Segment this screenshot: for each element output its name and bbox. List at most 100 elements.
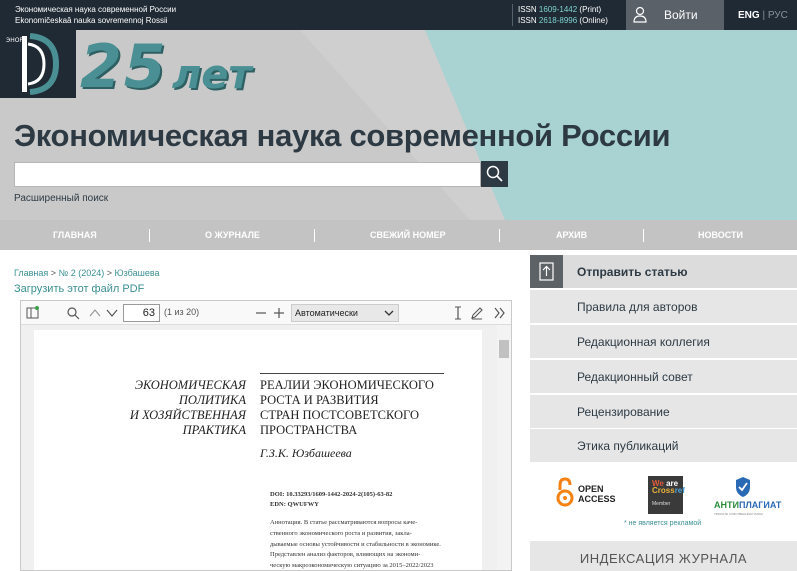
pdf-viewer: 63 (1 из 20) Автоматически ЭКОНОМИЧЕСКАЯ… (20, 300, 512, 571)
title-line: РОСТА И РАЗВИТИЯ (260, 393, 379, 407)
antiplagiat-logo[interactable]: АНТИПЛАГИАТ (714, 500, 781, 510)
title-line: РЕАЛИИ ЭКОНОМИЧЕСКОГО (260, 378, 434, 392)
sidebar-item-editorial-board[interactable]: Редакционная коллегия (530, 325, 797, 358)
open-access-line: OPEN (578, 484, 604, 494)
site-title: Экономическая наука современной России (14, 118, 671, 153)
header-banner: ЭНОР 25 лет Экономическая наука современ… (0, 30, 797, 220)
nav-item-archive[interactable]: Архив (556, 230, 587, 240)
breadcrumb-separator: > (106, 268, 113, 278)
abstract-line: ственного экономического роста и развити… (270, 529, 412, 537)
submit-icon-box (530, 255, 563, 288)
title-line: ПРОСТРАНСТВА (260, 423, 358, 437)
nav-divider (499, 229, 500, 242)
zoom-select[interactable]: Автоматически (291, 304, 399, 322)
lang-rus[interactable]: РУС (768, 10, 788, 21)
edn: EDN: QWUFWY (270, 501, 319, 508)
crossref-member-label: Member (652, 501, 671, 507)
open-access-icon[interactable] (555, 477, 575, 509)
search-button[interactable] (481, 161, 508, 187)
issn-print: ISSN 1609-1442 (Print) (518, 5, 602, 14)
issn-online: ISSN 2618-8996 (Online) (518, 16, 608, 25)
section-heading: ЭКОНОМИЧЕСКАЯ ПОЛИТИКА И ХОЗЯЙСТВЕННАЯ П… (46, 378, 246, 438)
nav-divider (643, 229, 644, 242)
article-author: Г.З.К. Юзбашеева (260, 446, 352, 460)
next-page-icon[interactable] (105, 306, 119, 320)
abstract-line: дываемые основы устойчивости и стабильно… (270, 540, 441, 548)
lang-eng[interactable]: ENG (738, 10, 760, 21)
logo-emblem-icon: ЭНОР (6, 33, 60, 95)
anniversary-word: лет (172, 52, 252, 98)
section-line: ПРАКТИКА (182, 423, 246, 437)
zoom-in-icon[interactable] (272, 306, 286, 320)
article-identifiers: DOI: 10.33293/1609-1442-2024-2(105)-63-8… (270, 490, 392, 510)
section-line: И ХОЗЯЙСТВЕННАЯ (129, 408, 246, 422)
breadcrumb-home[interactable]: Главная (14, 268, 48, 278)
antiplagiat-shield-icon (736, 477, 750, 497)
indexing-heading: ИНДЕКСАЦИЯ ЖУРНАЛА (530, 541, 797, 571)
sidebar-item-label: Редакционная коллегия (577, 335, 710, 349)
sidebar-item-label: Отправить статью (577, 265, 688, 279)
previous-page-icon[interactable] (88, 306, 102, 320)
sidebar-item-label: Редакционный совет (577, 370, 693, 384)
search-input[interactable] (14, 162, 481, 187)
open-access-line: ACCESS (578, 494, 616, 504)
breadcrumb: Главная > № 2 (2024) > Юзбашева (14, 268, 160, 278)
sidebar-item-editorial-council[interactable]: Редакционный совет (530, 360, 797, 393)
sidebar-item-publication-ethics[interactable]: Этика публикаций (530, 429, 797, 462)
sidebar-item-author-guidelines[interactable]: Правила для авторов (530, 290, 797, 323)
tools-menu-icon[interactable] (493, 306, 507, 320)
login-button[interactable]: Войти (626, 0, 724, 30)
lang-separator: | (762, 10, 766, 21)
page-count: (1 из 20) (164, 307, 200, 317)
scrollbar[interactable] (497, 325, 511, 570)
partner-logos: OPEN ACCESS We are Crossref Member АНТИП… (530, 467, 797, 537)
divider (512, 4, 513, 26)
zoom-out-icon[interactable] (254, 306, 268, 320)
user-icon (633, 6, 647, 23)
sidebar-item-submit[interactable]: Отправить статью (530, 255, 797, 288)
antiplagiat-part: ПЛАГИАТ (738, 500, 782, 510)
abstract-line: Аннотация. В статье рассматриваются вопр… (270, 519, 418, 526)
top-bar: Экономическая наука современной России E… (0, 0, 797, 30)
section-line: ПОЛИТИКА (178, 393, 246, 407)
breadcrumb-separator: > (50, 268, 57, 278)
nav-item-current[interactable]: Свежий номер (370, 230, 446, 240)
download-pdf-link[interactable]: Загрузить этот файл PDF (14, 283, 144, 295)
page-number-input[interactable]: 63 (123, 304, 160, 322)
antiplagiat-part: АНТИ (714, 500, 739, 510)
open-access-logo[interactable]: OPEN ACCESS (578, 484, 616, 504)
find-icon[interactable] (66, 306, 80, 320)
draw-icon[interactable] (470, 306, 484, 320)
sidebar-item-peer-review[interactable]: Рецензирование (530, 395, 797, 428)
search-icon (486, 165, 503, 182)
zoom-value: Автоматически (295, 308, 358, 318)
section-line: ЭКОНОМИЧЕСКАЯ (134, 378, 246, 392)
svg-text:ЭНОР: ЭНОР (6, 37, 23, 44)
login-label: Войти (664, 8, 698, 22)
journal-name-ru: Экономическая наука современной России (15, 5, 177, 14)
nav-item-news[interactable]: Новости (698, 230, 743, 240)
language-switcher: ENG | РУС (738, 10, 788, 21)
breadcrumb-issue[interactable]: № 2 (2024) (59, 268, 105, 278)
abstract: Аннотация. В статье рассматриваются вопр… (270, 518, 448, 570)
issn-info: ISSN 1609-1442 (Print) ISSN 2618-8996 (O… (518, 4, 608, 26)
journal-name-lat: Ekonomičeskaâ nauka sovremennoj Rossii (15, 16, 168, 25)
sidebar-toggle-icon[interactable] (26, 306, 40, 320)
abstract-line: ческую макроэкономическую ситуацию за 20… (270, 562, 434, 570)
journal-logo[interactable]: ЭНОР (0, 30, 76, 98)
title-rule (260, 373, 444, 374)
ad-disclaimer: * не является рекламой (624, 520, 702, 527)
advanced-search-link[interactable]: Расширенный поиск (14, 193, 108, 204)
scrollbar-thumb[interactable] (499, 340, 509, 358)
title-line: СТРАН ПОСТСОВЕТСКОГО (260, 408, 419, 422)
doi: DOI: 10.33293/1609-1442-2024-2(105)-63-8… (270, 491, 393, 498)
crossref-text: We are Crossref (652, 479, 685, 495)
nav-item-about[interactable]: О журнале (205, 230, 260, 240)
crossref-member-logo[interactable]: We are Crossref Member (648, 476, 685, 514)
text-select-icon[interactable] (451, 306, 465, 320)
nav-item-home[interactable]: Главная (53, 230, 97, 240)
abstract-line: Представлен анализ факторов, влияющих на… (270, 551, 421, 559)
breadcrumb-current[interactable]: Юзбашева (115, 268, 160, 278)
nav-divider (149, 229, 150, 242)
journal-names: Экономическая наука современной России E… (15, 4, 176, 26)
